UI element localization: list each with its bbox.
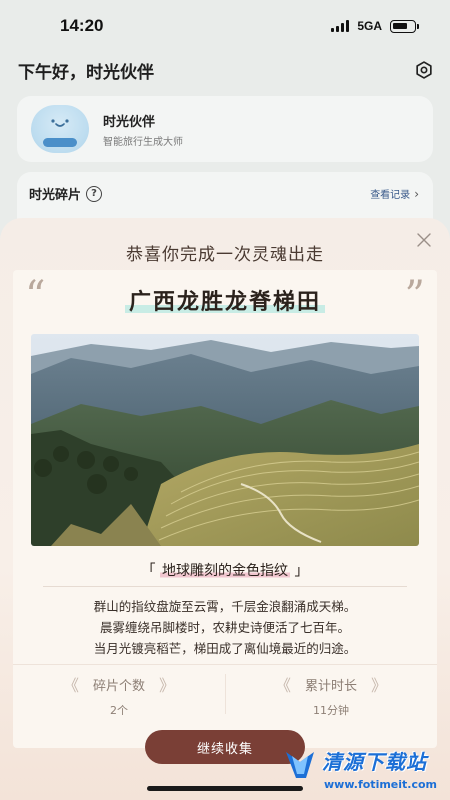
completion-sheet: 恭喜你完成一次灵魂出走 “ ” 广西龙胜龙脊梯田 「 地球雕刻的金色指纹 」 群… bbox=[0, 218, 450, 800]
smile-icon bbox=[51, 119, 69, 127]
divider bbox=[13, 664, 437, 665]
tagline: 「 地球雕刻的金色指纹 」 bbox=[13, 560, 437, 580]
signal-icon bbox=[331, 20, 350, 32]
place-title-text: 广西龙胜龙脊梯田 bbox=[124, 289, 325, 315]
greeting-text: 下午好，时光伙伴 bbox=[18, 62, 154, 83]
stats-row: 《 碎片个数 》 2个 《 累计时长 》 11分钟 bbox=[13, 672, 437, 718]
watermark-title: 清源下载站 bbox=[322, 750, 427, 774]
sheet-title: 恭喜你完成一次灵魂出走 bbox=[126, 245, 324, 265]
tagline-text: 地球雕刻的金色指纹 bbox=[160, 563, 290, 579]
bracket-left-icon: 《 bbox=[274, 676, 291, 695]
watermark-url: www.fotimeit.com bbox=[324, 778, 438, 791]
tagline-open-bracket: 「 bbox=[141, 563, 156, 579]
view-records-label: 查看记录 bbox=[370, 190, 411, 201]
stat-total-duration: 《 累计时长 》 11分钟 bbox=[225, 672, 437, 718]
status-time: 14:20 bbox=[60, 16, 104, 35]
bracket-right-icon: 》 bbox=[159, 676, 176, 695]
companion-card[interactable]: 时光伙伴 智能旅行生成大师 bbox=[17, 96, 433, 162]
stat-fragment-count: 《 碎片个数 》 2个 bbox=[13, 672, 225, 718]
description-line: 当月光镀亮稻芒，梯田成了离仙境最近的归途。 bbox=[93, 641, 357, 656]
watermark: 清源下载站 www.fotimeit.com bbox=[280, 742, 440, 796]
help-icon[interactable]: ? bbox=[86, 185, 103, 202]
bracket-left-icon: 《 bbox=[62, 676, 79, 695]
place-title: 广西龙胜龙脊梯田 bbox=[13, 284, 437, 316]
bracket-right-icon: 》 bbox=[371, 676, 388, 695]
companion-subtitle: 智能旅行生成大师 bbox=[103, 136, 183, 148]
description-line: 晨雾缠绕吊脚楼时，农耕史诗便活了七百年。 bbox=[99, 620, 350, 635]
tagline-close-bracket: 」 bbox=[294, 563, 309, 579]
battery-icon bbox=[390, 19, 419, 33]
status-icons: 5GA bbox=[331, 19, 419, 33]
landscape-photo bbox=[31, 334, 419, 546]
description-line: 群山的指纹盘旋至云霄，千层金浪翻涌成天梯。 bbox=[93, 599, 357, 614]
settings-icon[interactable] bbox=[414, 60, 434, 80]
stat-label: 碎片个数 bbox=[92, 678, 145, 694]
postcard: “ ” 广西龙胜龙脊梯田 「 地球雕刻的金色指纹 」 群山的指纹盘旋至云霄，千层… bbox=[13, 270, 437, 748]
stat-value: 2个 bbox=[110, 704, 128, 717]
view-records-link[interactable]: 查看记录 › bbox=[370, 186, 419, 202]
companion-name: 时光伙伴 bbox=[103, 114, 156, 130]
stat-label: 累计时长 bbox=[304, 678, 357, 694]
fragments-title: 时光碎片 bbox=[29, 188, 82, 203]
stat-value: 11分钟 bbox=[313, 704, 349, 717]
description: 群山的指纹盘旋至云霄，千层金浪翻涌成天梯。 晨雾缠绕吊脚楼时，农耕史诗便活了七百… bbox=[13, 596, 437, 659]
greeting-row: 下午好，时光伙伴 bbox=[18, 56, 434, 84]
close-icon[interactable] bbox=[416, 232, 432, 248]
network-label: 5GA bbox=[357, 19, 382, 33]
divider bbox=[43, 586, 407, 587]
status-bar: 14:20 5GA bbox=[0, 0, 450, 52]
companion-avatar bbox=[31, 105, 89, 153]
watermark-logo-icon bbox=[286, 752, 314, 778]
chevron-right-icon: › bbox=[414, 186, 419, 201]
